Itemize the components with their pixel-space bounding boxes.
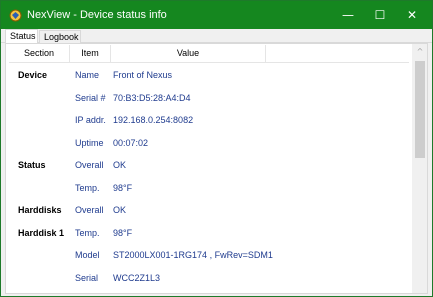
row-item: Uptime bbox=[75, 137, 104, 148]
table-row[interactable]: Harddisk 1 Temp. 98°F bbox=[6, 221, 411, 244]
table-row[interactable]: Serial WCC2Z1L3 bbox=[6, 266, 411, 289]
table-body: Device Name Front of Nexus Serial # 70:B… bbox=[6, 63, 411, 288]
scrollbar-thumb[interactable] bbox=[415, 61, 425, 158]
row-item: Serial bbox=[75, 272, 99, 283]
window-title: NexView - Device status info bbox=[27, 9, 167, 21]
scroll-up-arrow-icon[interactable]: ^ bbox=[412, 45, 427, 59]
row-value: WCC2Z1L3 bbox=[113, 272, 161, 283]
row-value: 98°F bbox=[113, 227, 133, 238]
row-value: 70:B3:D5:28:A4:D4 bbox=[113, 92, 191, 103]
row-item: Overall bbox=[75, 205, 104, 215]
column-header-value[interactable]: Value bbox=[111, 45, 266, 62]
row-value: OK bbox=[113, 160, 127, 170]
nexview-app-icon bbox=[9, 9, 22, 22]
row-value: Front of Nexus bbox=[113, 70, 173, 80]
tab-strip: Status Logbook bbox=[1, 29, 432, 44]
table-row[interactable]: Uptime 00:07:02 bbox=[6, 131, 411, 154]
app-window: NexView - Device status info — ☐ ✕ Statu… bbox=[0, 0, 433, 297]
table-row[interactable]: Status Overall OK bbox=[6, 153, 411, 176]
table-row[interactable]: Device Name Front of Nexus bbox=[6, 63, 411, 86]
title-bar[interactable]: NexView - Device status info — ☐ ✕ bbox=[1, 1, 432, 29]
row-item: Name bbox=[75, 70, 100, 80]
table-row[interactable]: Temp. 98°F bbox=[6, 176, 411, 199]
vertical-scrollbar[interactable]: ^ bbox=[412, 44, 427, 293]
row-item: Temp. bbox=[75, 182, 100, 193]
column-header-item[interactable]: Item bbox=[70, 45, 111, 62]
column-header-section[interactable]: Section bbox=[9, 45, 70, 62]
table-row[interactable]: Model ST2000LX001-1RG174 , FwRev=SDM1 bbox=[6, 243, 411, 266]
row-section: Harddisk 1 bbox=[18, 227, 65, 238]
table-row[interactable]: Harddisks Overall OK bbox=[6, 198, 411, 221]
table-row[interactable]: IP addr. 192.168.0.254:8082 bbox=[6, 108, 411, 131]
row-item: Model bbox=[75, 250, 100, 260]
row-section: Device bbox=[18, 70, 48, 80]
table-row[interactable]: Serial # 70:B3:D5:28:A4:D4 bbox=[6, 86, 411, 109]
tab-status[interactable]: Status bbox=[5, 29, 38, 44]
row-value: 192.168.0.254:8082 bbox=[113, 115, 194, 125]
row-value: 98°F bbox=[113, 182, 133, 193]
row-item: IP addr. bbox=[75, 115, 106, 125]
row-value: 00:07:02 bbox=[113, 137, 149, 148]
row-item: Serial # bbox=[75, 92, 106, 103]
row-value: ST2000LX001-1RG174 , FwRev=SDM1 bbox=[113, 250, 273, 260]
row-section: Status bbox=[18, 160, 46, 170]
row-item: Temp. bbox=[75, 227, 100, 238]
tab-logbook[interactable]: Logbook bbox=[39, 30, 81, 43]
row-value: OK bbox=[113, 205, 127, 215]
close-button[interactable]: ✕ bbox=[392, 1, 432, 29]
status-list: Section Item Value Device Name Front of … bbox=[5, 43, 428, 294]
row-item: Overall bbox=[75, 160, 104, 170]
row-section: Harddisks bbox=[18, 205, 62, 215]
